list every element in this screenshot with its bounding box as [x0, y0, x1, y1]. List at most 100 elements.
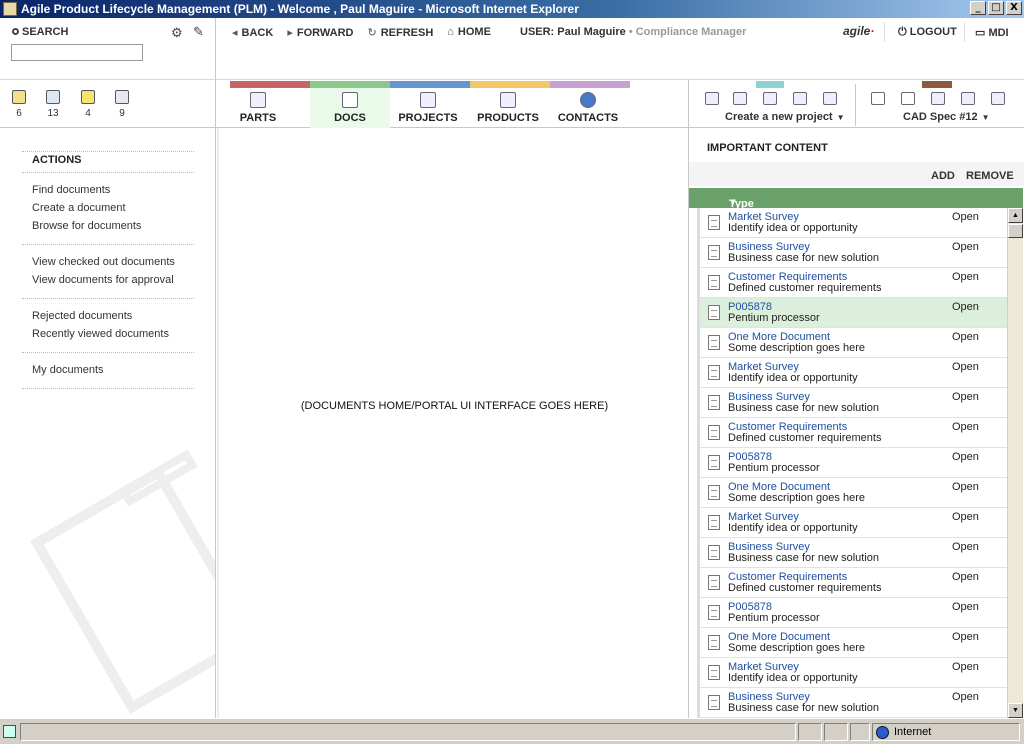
docs-stripe [310, 81, 390, 88]
scroll-up-button[interactable]: ▲ [1008, 208, 1023, 223]
docs-icon [342, 92, 358, 108]
item-description: Business case for new solution [728, 402, 880, 414]
link-my-documents[interactable]: My documents [32, 364, 104, 376]
item-status: Open [952, 391, 979, 403]
item-status: Open [952, 661, 979, 673]
search-input[interactable] [11, 44, 143, 61]
drive-icon[interactable] [991, 92, 1005, 105]
tab-docs[interactable]: DOCS [310, 88, 390, 128]
item-description: Pentium processor [728, 312, 820, 324]
home-button[interactable]: ⌂ HOME [447, 26, 491, 39]
back-button[interactable]: ◂ BACK [232, 26, 273, 39]
document-icon [708, 605, 720, 620]
list-item[interactable]: P005878 Pentium processor Open [700, 298, 1007, 328]
products-stripe [470, 81, 550, 88]
list-item[interactable]: P005878 Pentium processor Open [700, 598, 1007, 628]
list-item[interactable]: P005878 Pentium processor Open [700, 448, 1007, 478]
item-description: Identify idea or opportunity [728, 522, 858, 534]
item-description: Pentium processor [728, 462, 820, 474]
list-item[interactable]: Business Survey Business case for new sol… [700, 688, 1007, 718]
folder-icon[interactable] [705, 92, 719, 105]
security-zone: Internet [894, 726, 932, 738]
document-icon [708, 485, 720, 500]
item-status: Open [952, 691, 979, 703]
tab-projects[interactable]: PROJECTS [388, 88, 468, 128]
module-bar: 6 13 4 9 PARTS DOCS PROJECTS PRODUCTS CO… [0, 80, 1024, 128]
forward-button[interactable]: ▸ FORWARD [287, 26, 353, 39]
list-item[interactable]: Market Survey Identify idea or opportunit… [700, 208, 1007, 238]
notification-counts: 6 13 4 9 [0, 80, 216, 128]
scroll-thumb[interactable] [1008, 224, 1023, 238]
folder-open-icon[interactable] [763, 92, 777, 105]
list-item[interactable]: Customer Requirements Defined customer re… [700, 568, 1007, 598]
back-arrow-icon: ◂ [232, 27, 238, 39]
list-item[interactable]: One More Document Some description goes h… [700, 478, 1007, 508]
link-documents-for-approval[interactable]: View documents for approval [32, 274, 174, 286]
notes-count[interactable]: 4 [76, 90, 100, 119]
cube-icon[interactable] [733, 92, 747, 105]
link-browse-documents[interactable]: Browse for documents [32, 220, 141, 232]
tools-divider [855, 84, 856, 126]
list-item[interactable]: Customer Requirements Defined customer re… [700, 268, 1007, 298]
create-project-dropdown[interactable]: Create a new project ▼ [725, 111, 845, 123]
list-scrollbar[interactable]: ▲ ▼ [1007, 208, 1023, 718]
link-create-document[interactable]: Create a document [32, 202, 126, 214]
list-item[interactable]: Market Survey Identify idea or opportunit… [700, 358, 1007, 388]
contacts-count[interactable]: 9 [110, 90, 134, 119]
pin-icon[interactable]: ✎ [193, 24, 204, 40]
link-rejected-documents[interactable]: Rejected documents [32, 310, 132, 322]
mdi-button[interactable]: ▭ MDI [975, 26, 1009, 39]
actions-sidebar: ACTIONS Find documents Create a document… [0, 128, 216, 718]
document-icon [708, 245, 720, 260]
list-item[interactable]: Customer Requirements Defined customer re… [700, 418, 1007, 448]
notes-icon [81, 90, 95, 104]
main-content: (DOCUMENTS HOME/PORTAL UI INTERFACE GOES… [217, 128, 688, 718]
contacts-stripe [550, 81, 630, 88]
document-icon[interactable] [871, 92, 885, 105]
cad-spec-dropdown[interactable]: CAD Spec #12 ▼ [903, 111, 990, 123]
item-description: Some description goes here [728, 492, 865, 504]
maximize-button[interactable]: □ [988, 1, 1004, 15]
close-button[interactable]: X [1006, 1, 1022, 15]
important-content-panel: IMPORTANT CONTENT ADD REMOVE Type ▼ Mark… [688, 128, 1024, 718]
link-recently-viewed-documents[interactable]: Recently viewed documents [32, 328, 169, 340]
link-checked-out-documents[interactable]: View checked out documents [32, 256, 175, 268]
document-icon [708, 635, 720, 650]
list-item[interactable]: Business Survey Business case for new sol… [700, 388, 1007, 418]
stack-icon[interactable] [823, 92, 837, 105]
scroll-down-button[interactable]: ▼ [1008, 703, 1023, 718]
item-status: Open [952, 361, 979, 373]
box-icon[interactable] [793, 92, 807, 105]
divider [22, 244, 194, 245]
link-find-documents[interactable]: Find documents [32, 184, 110, 196]
search-label: SEARCH [12, 26, 68, 38]
globe-icon [580, 92, 596, 108]
list-item[interactable]: One More Document Some description goes h… [700, 328, 1007, 358]
list-item[interactable]: Business Survey Business case for new sol… [700, 538, 1007, 568]
panel-actions: ADD REMOVE [689, 162, 1024, 186]
logout-button[interactable]: ⏻ LOGOUT [898, 26, 957, 39]
list-item[interactable]: Market Survey Identify idea or opportunit… [700, 658, 1007, 688]
parts-stripe [230, 81, 310, 88]
calendar-icon[interactable] [961, 92, 975, 105]
type-column-header[interactable]: Type ▼ [689, 188, 1023, 210]
add-button[interactable]: ADD [931, 170, 955, 182]
tab-contacts[interactable]: CONTACTS [548, 88, 628, 128]
item-status: Open [952, 511, 979, 523]
gear-icon[interactable]: ⚙ [171, 25, 183, 41]
refresh-button[interactable]: ↻ REFRESH [367, 26, 433, 39]
quick-tools: Create a new project ▼ CAD Spec #12 ▼ [688, 80, 1024, 128]
minimize-button[interactable]: _ [970, 1, 986, 15]
remove-button[interactable]: REMOVE [966, 170, 1014, 182]
tasks-count[interactable]: 6 [7, 90, 31, 119]
tab-parts[interactable]: PARTS [218, 88, 298, 128]
cad-icon[interactable] [931, 92, 945, 105]
tab-products[interactable]: PRODUCTS [468, 88, 548, 128]
contact-card-icon [115, 90, 129, 104]
list-item[interactable]: One More Document Some description goes h… [700, 628, 1007, 658]
list-item[interactable]: Business Survey Business case for new sol… [700, 238, 1007, 268]
list-item[interactable]: Market Survey Identify idea or opportunit… [700, 508, 1007, 538]
mail-count[interactable]: 13 [41, 90, 65, 119]
document-lines-icon[interactable] [901, 92, 915, 105]
document-icon [708, 275, 720, 290]
